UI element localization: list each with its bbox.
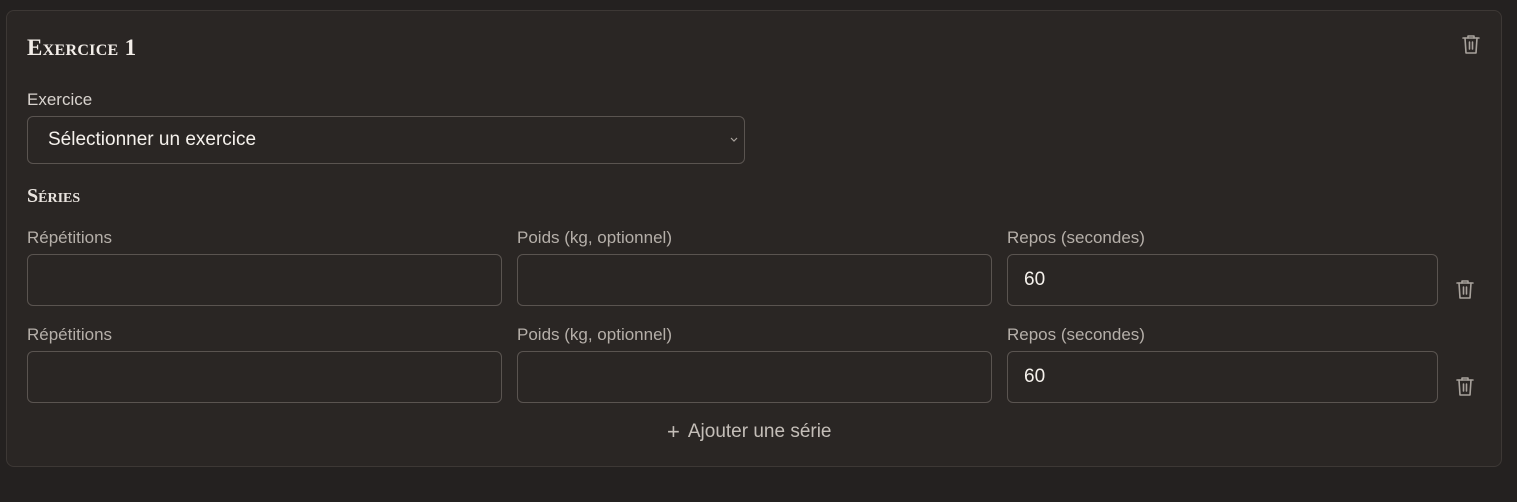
exercise-select-value: Sélectionner un exercice xyxy=(48,129,257,150)
rest-label: Repos (secondes) xyxy=(1007,228,1145,247)
chevron-down-icon xyxy=(730,137,738,142)
exercise-select[interactable]: Sélectionner un exercice xyxy=(27,116,745,164)
trash-icon xyxy=(1456,377,1474,396)
rest-input[interactable]: 60 xyxy=(1007,351,1438,403)
reps-label: Répétitions xyxy=(27,325,113,344)
delete-series-button[interactable] xyxy=(1453,374,1477,398)
weight-input[interactable] xyxy=(517,351,992,403)
trash-icon xyxy=(1462,35,1480,54)
series-section-title: Séries xyxy=(27,185,81,207)
plus-icon: + xyxy=(667,419,680,444)
add-series-button[interactable]: + Ajouter une série xyxy=(667,421,832,443)
exercise-title: Exercice 1 xyxy=(27,35,137,60)
trash-icon xyxy=(1456,280,1474,299)
delete-exercise-button[interactable] xyxy=(1459,32,1483,56)
exercise-card: Exercice 1 Exercice Sélectionner un exer… xyxy=(6,10,1502,467)
reps-input[interactable] xyxy=(27,254,502,306)
weight-label: Poids (kg, optionnel) xyxy=(517,228,672,247)
reps-label: Répétitions xyxy=(27,228,113,247)
rest-label: Repos (secondes) xyxy=(1007,325,1145,344)
exercise-field-label: Exercice xyxy=(27,90,93,109)
weight-input[interactable] xyxy=(517,254,992,306)
weight-label: Poids (kg, optionnel) xyxy=(517,325,672,344)
rest-input[interactable]: 60 xyxy=(1007,254,1438,306)
delete-series-button[interactable] xyxy=(1453,277,1477,301)
reps-input[interactable] xyxy=(27,351,502,403)
add-series-label: Ajouter une série xyxy=(687,421,832,442)
